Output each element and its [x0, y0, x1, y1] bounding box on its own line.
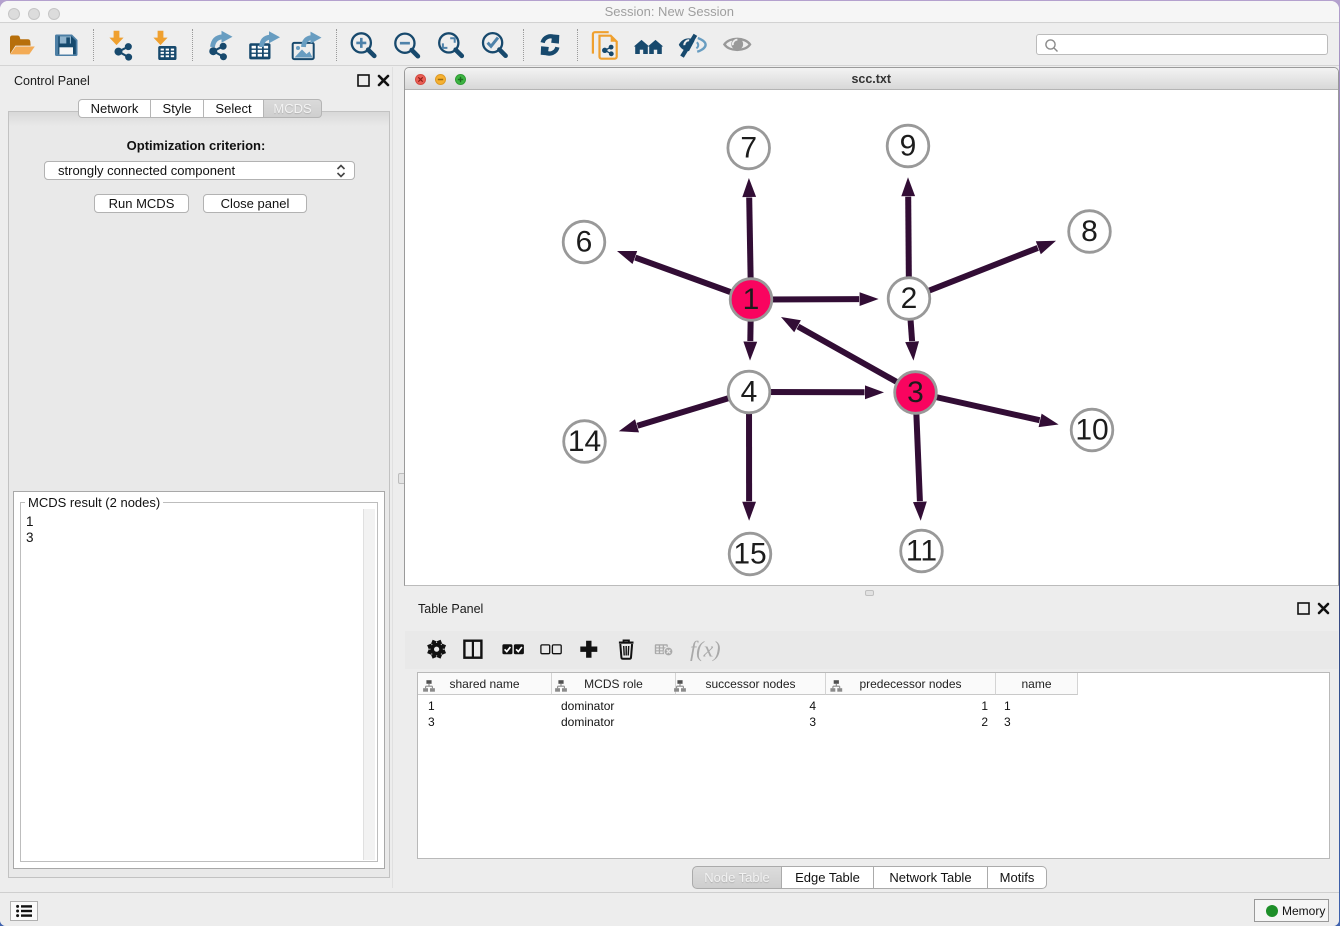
svg-text:14: 14: [568, 425, 601, 458]
svg-text:9: 9: [900, 130, 917, 163]
svg-text:10: 10: [1075, 414, 1108, 447]
svg-text:1: 1: [743, 283, 760, 316]
svg-text:8: 8: [1081, 215, 1098, 248]
svg-text:7: 7: [740, 132, 757, 165]
svg-text:3: 3: [907, 376, 924, 409]
svg-text:f(x): f(x): [690, 637, 721, 662]
svg-text:2: 2: [901, 282, 918, 315]
svg-text:11: 11: [906, 535, 937, 568]
svg-text:4: 4: [741, 376, 758, 409]
svg-text:15: 15: [733, 538, 766, 571]
svg-text:6: 6: [576, 226, 593, 259]
